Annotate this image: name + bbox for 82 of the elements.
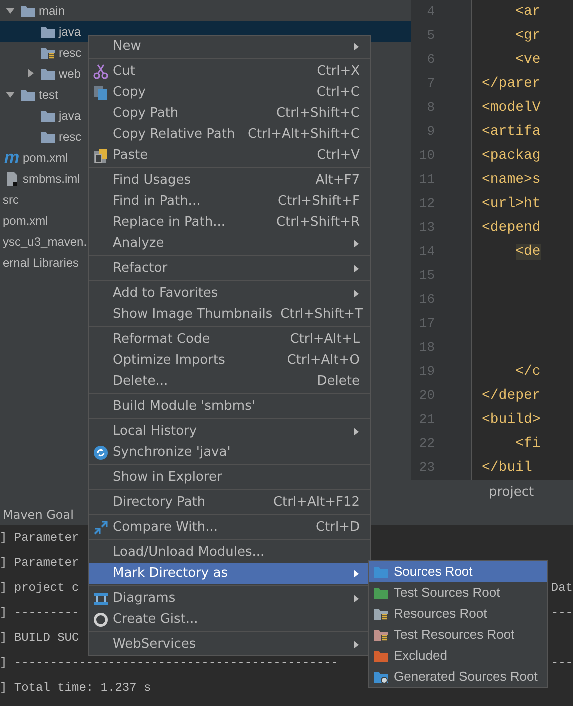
code-text: <de bbox=[516, 244, 541, 260]
code-text: <name>s bbox=[482, 172, 541, 188]
menu-item[interactable]: Excluded bbox=[369, 645, 547, 666]
menu-item[interactable]: Compare With... Ctrl+D bbox=[89, 517, 370, 538]
menu-item[interactable]: Show Image Thumbnails Ctrl+Shift+T bbox=[89, 304, 370, 325]
code-text: <fi bbox=[516, 436, 541, 452]
menu-item[interactable]: Paste Ctrl+V bbox=[89, 145, 370, 166]
menu-item[interactable]: Show in Explorer bbox=[89, 467, 370, 488]
code-text: <packag bbox=[482, 148, 541, 164]
maven-icon: m bbox=[4, 150, 20, 166]
code-text: <url>ht bbox=[482, 196, 541, 212]
menu-item[interactable]: Copy Relative Path Ctrl+Alt+Shift+C bbox=[89, 124, 370, 145]
code-text: </c bbox=[516, 364, 541, 380]
menu-item[interactable]: Copy Path Ctrl+Shift+C bbox=[89, 103, 370, 124]
menu-item[interactable]: Test Resources Root bbox=[369, 624, 547, 645]
menu-item[interactable]: Copy Ctrl+C bbox=[89, 82, 370, 103]
console-line: --- bbox=[551, 606, 573, 620]
console-line: ] Parameter bbox=[0, 556, 80, 570]
code-text: <depend bbox=[482, 220, 541, 236]
tree-item[interactable]: smbms.iml bbox=[23, 172, 80, 186]
tree-item[interactable]: web bbox=[59, 66, 82, 80]
code-text: <artifa bbox=[482, 124, 541, 140]
tree-item[interactable]: resc bbox=[59, 130, 82, 144]
tree-item[interactable]: main bbox=[39, 4, 66, 18]
tree-item[interactable]: resc bbox=[59, 46, 82, 60]
menu-item[interactable]: Create Gist... bbox=[89, 609, 370, 630]
menu-item[interactable]: Analyze bbox=[89, 233, 370, 254]
menu-item[interactable]: Synchronize 'java' bbox=[89, 442, 370, 463]
console-line: ] Total time: 1.237 s bbox=[0, 680, 152, 694]
tool-tab[interactable]: project bbox=[489, 485, 534, 500]
console-line: Dat bbox=[551, 580, 573, 594]
menu-item[interactable]: Load/Unload Modules... bbox=[89, 542, 370, 563]
menu-item[interactable]: Reformat Code Ctrl+Alt+L bbox=[89, 329, 370, 350]
menu-item[interactable]: Sources Root bbox=[369, 561, 547, 582]
menu-item[interactable]: Replace in Path... Ctrl+Shift+R bbox=[89, 212, 370, 233]
tree-item[interactable]: ernal Libraries bbox=[3, 256, 80, 270]
console-line: ] Parameter bbox=[0, 530, 80, 544]
panel-title: Maven Goal bbox=[3, 508, 74, 522]
code-text: </deper bbox=[482, 388, 541, 404]
file-icon bbox=[4, 170, 20, 186]
menu-item[interactable]: WebServices bbox=[89, 634, 370, 655]
menu-item[interactable]: Find Usages Alt+F7 bbox=[89, 170, 370, 191]
tree-item[interactable]: src bbox=[3, 192, 19, 206]
code-text: <ar bbox=[516, 4, 541, 20]
menu-item[interactable]: Diagrams bbox=[89, 588, 370, 609]
paste-icon bbox=[93, 148, 109, 164]
code-text: </buil bbox=[482, 460, 532, 476]
console-line: ] BUILD SUC bbox=[0, 630, 80, 644]
menu-item[interactable]: Build Module 'smbms' bbox=[89, 396, 370, 417]
console-line: --- bbox=[551, 656, 573, 670]
sync-icon bbox=[93, 444, 109, 460]
scissors-icon bbox=[93, 64, 109, 80]
gist-icon bbox=[93, 612, 109, 628]
code-text: <modelV bbox=[482, 100, 541, 116]
menu-item[interactable]: Directory Path Ctrl+Alt+F12 bbox=[89, 492, 370, 513]
menu-item[interactable]: Optimize Imports Ctrl+Alt+O bbox=[89, 350, 370, 371]
code-text: <ve bbox=[516, 52, 541, 68]
code-text: <build> bbox=[482, 412, 541, 428]
console-line: ] project c bbox=[0, 580, 80, 594]
menu-item[interactable]: Add to Favorites bbox=[89, 283, 370, 304]
menu-item[interactable]: Mark Directory as bbox=[89, 563, 370, 584]
tree-item[interactable]: java bbox=[59, 108, 82, 122]
copy-icon bbox=[93, 84, 109, 100]
tree-item[interactable]: java bbox=[59, 24, 82, 38]
tree-item[interactable]: ysc_u3_maven. bbox=[3, 234, 88, 248]
menu-item[interactable]: Refactor bbox=[89, 258, 370, 279]
tree-item[interactable]: test bbox=[39, 88, 58, 102]
code-text: </parer bbox=[482, 76, 541, 92]
console-line: ] --------------------------------------------- bbox=[0, 656, 338, 670]
menu-item[interactable]: Cut Ctrl+X bbox=[89, 61, 370, 82]
console-line: ] --------- bbox=[0, 606, 80, 620]
tree-item[interactable]: pom.xml bbox=[23, 150, 68, 164]
menu-item[interactable]: Resources Root bbox=[369, 603, 547, 624]
menu-item[interactable]: Local History bbox=[89, 421, 370, 442]
compare-icon bbox=[93, 520, 109, 536]
tree-item[interactable]: pom.xml bbox=[3, 214, 48, 228]
menu-item[interactable]: Find in Path... Ctrl+Shift+F bbox=[89, 191, 370, 212]
code-text: <gr bbox=[516, 28, 541, 44]
menu-item[interactable]: Generated Sources Root bbox=[369, 666, 547, 687]
diagram-icon bbox=[93, 590, 109, 606]
menu-item[interactable]: Delete... Delete bbox=[89, 371, 370, 392]
menu-item[interactable]: Test Sources Root bbox=[369, 582, 547, 603]
